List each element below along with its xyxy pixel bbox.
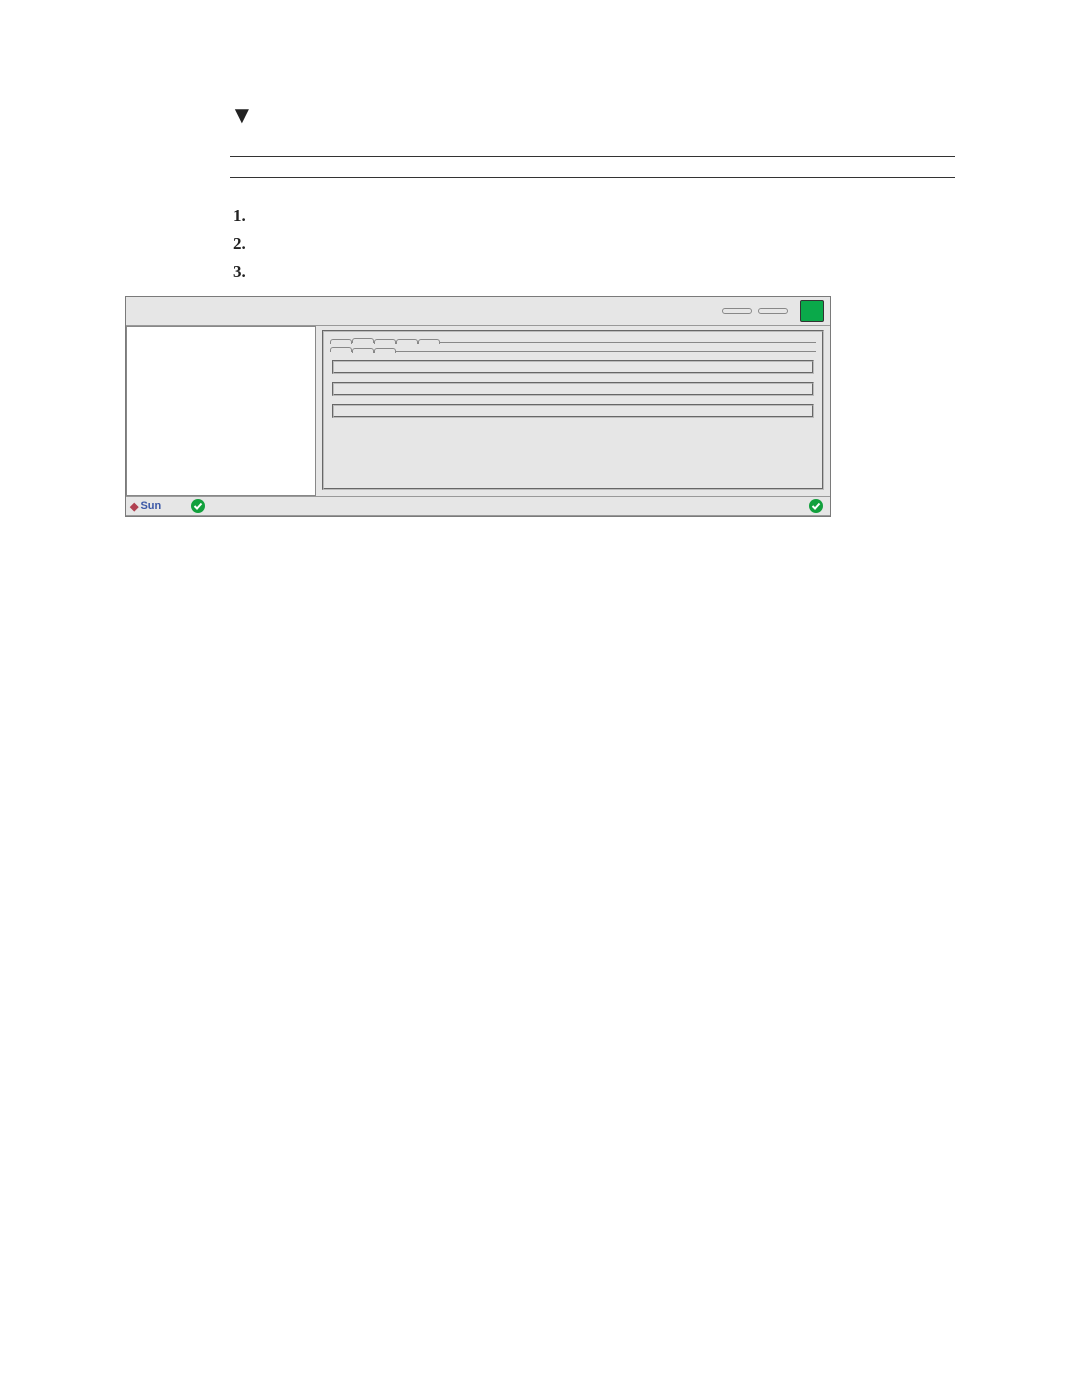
sun-logo-icon: ◆Sun xyxy=(130,500,161,513)
library-panel xyxy=(322,330,824,490)
tab-statistics[interactable] xyxy=(374,339,396,344)
tab-snmp[interactable] xyxy=(418,339,440,344)
statusbar: ◆Sun xyxy=(126,496,830,516)
page-footer xyxy=(125,727,955,743)
page-title: ▼ xyxy=(230,100,955,134)
tcpip-fieldset xyxy=(332,382,814,396)
step-1 xyxy=(250,206,955,226)
device-tree[interactable] xyxy=(126,326,316,496)
step-3 xyxy=(250,262,955,282)
physical-fieldset xyxy=(332,360,814,374)
tab-general[interactable] xyxy=(330,347,352,352)
tab-auto-clean[interactable] xyxy=(396,339,418,344)
procedure-marker-icon: ▼ xyxy=(230,103,254,130)
check-icon xyxy=(809,499,823,513)
tab-properties[interactable] xyxy=(352,338,374,343)
tab-status[interactable] xyxy=(330,339,352,344)
menubar xyxy=(126,297,830,326)
step-2 xyxy=(250,234,955,254)
apply-button[interactable] xyxy=(722,308,752,314)
check-icon xyxy=(191,499,205,513)
note-box xyxy=(230,156,955,178)
tab-library-controller[interactable] xyxy=(352,348,374,353)
steps-list xyxy=(230,206,955,282)
tabs-sub xyxy=(330,347,816,352)
host-interface-fieldset xyxy=(332,404,814,418)
refresh-button[interactable] xyxy=(758,308,788,314)
tabs-top xyxy=(330,338,816,343)
tab-module[interactable] xyxy=(374,348,396,353)
app-window: ◆Sun xyxy=(125,296,831,517)
help-icon[interactable] xyxy=(800,300,824,322)
